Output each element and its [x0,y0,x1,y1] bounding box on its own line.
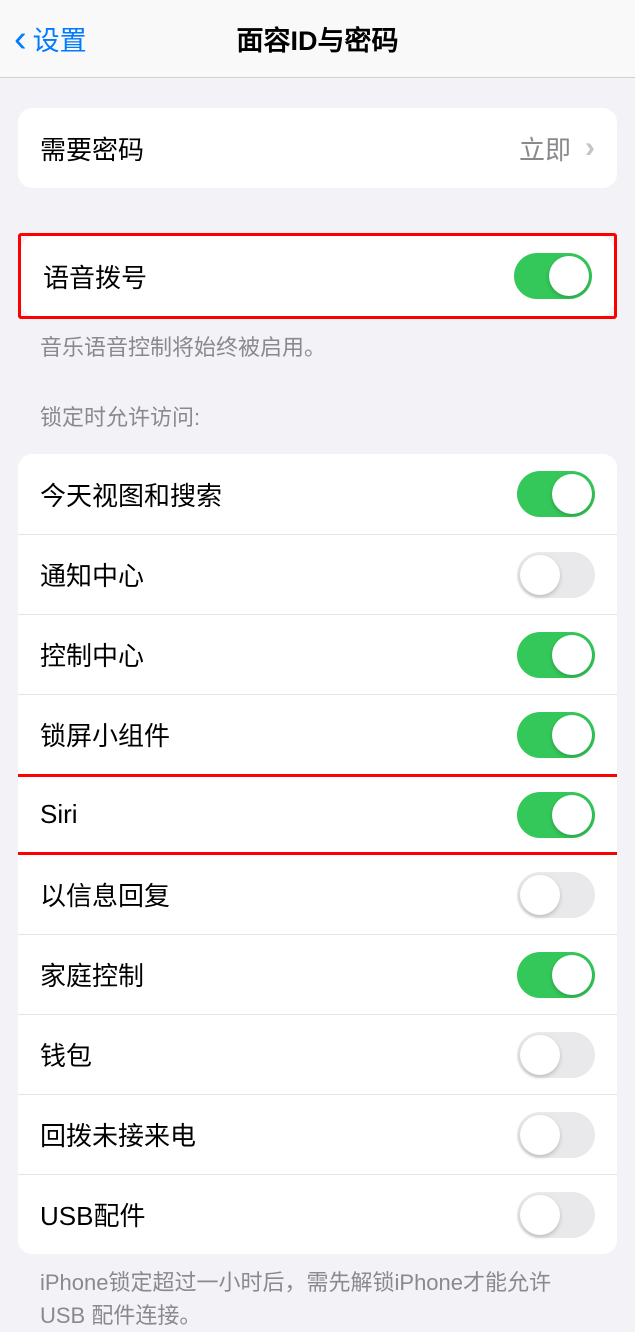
lock-access-toggle[interactable] [517,1192,595,1238]
toggle-knob [520,1195,560,1235]
header-bar: ‹ 设置 面容ID与密码 [0,0,635,78]
back-button[interactable]: ‹ 设置 [0,19,87,58]
lock-access-toggle[interactable] [517,712,595,758]
lock-access-label: 控制中心 [40,636,144,673]
require-passcode-label: 需要密码 [40,130,144,167]
back-label: 设置 [33,19,87,58]
toggle-knob [520,1035,560,1075]
lock-access-label: 回拨未接来电 [40,1116,196,1153]
toggle-knob [552,635,592,675]
toggle-knob [520,1115,560,1155]
lock-access-toggle[interactable] [517,552,595,598]
lock-access-row: 钱包 [18,1014,617,1094]
voice-dial-toggle[interactable] [514,253,592,299]
lock-access-row: USB配件 [18,1174,617,1254]
lock-access-row: 锁屏小组件 [18,694,617,774]
require-passcode-group: 需要密码 立即 › [18,108,617,188]
lock-access-toggle[interactable] [517,471,595,517]
lock-access-toggle[interactable] [517,792,595,838]
lock-access-label: 锁屏小组件 [40,716,170,753]
lock-access-row: 通知中心 [18,534,617,614]
lock-access-toggle[interactable] [517,1032,595,1078]
lock-access-label: 钱包 [40,1036,92,1073]
lock-access-label: 以信息回复 [40,876,170,913]
highlight-box-voice-dial: 语音拨号 [18,233,617,319]
lock-access-row: 控制中心 [18,614,617,694]
toggle-knob [552,795,592,835]
voice-dial-group: 语音拨号 [21,236,614,316]
toggle-knob [552,474,592,514]
lock-access-toggle[interactable] [517,1112,595,1158]
toggle-knob [549,256,589,296]
lock-access-row: 今天视图和搜索 [18,454,617,534]
lock-access-header: 锁定时允许访问: [18,364,617,442]
lock-access-toggle[interactable] [517,632,595,678]
voice-dial-label: 语音拨号 [43,258,147,295]
lock-access-label: 家庭控制 [40,956,144,993]
lock-access-footer: iPhone锁定超过一小时后，需先解锁iPhone才能允许USB 配件连接。 [18,1254,617,1332]
chevron-left-icon: ‹ [14,20,27,58]
lock-access-group: 今天视图和搜索通知中心控制中心锁屏小组件 Siri 以信息回复家庭控制钱包回拨未接来… [18,454,617,1254]
toggle-knob [520,875,560,915]
voice-dial-row: 语音拨号 [21,236,614,316]
toggle-knob [520,555,560,595]
chevron-right-icon: › [585,131,595,165]
require-passcode-row[interactable]: 需要密码 立即 › [18,108,617,188]
lock-access-toggle[interactable] [517,952,595,998]
lock-access-label: 今天视图和搜索 [40,476,222,513]
lock-access-row: 回拨未接来电 [18,1094,617,1174]
lock-access-label: 通知中心 [40,556,144,593]
lock-access-label: Siri [40,799,78,830]
lock-access-row: 家庭控制 [18,934,617,1014]
voice-dial-footer: 音乐语音控制将始终被启用。 [18,319,617,364]
lock-access-label: USB配件 [40,1196,145,1233]
lock-access-row: Siri [18,774,617,854]
require-passcode-value: 立即 [519,130,571,167]
toggle-knob [552,715,592,755]
page-title: 面容ID与密码 [0,19,635,58]
lock-access-row: 以信息回复 [18,854,617,934]
lock-access-toggle[interactable] [517,872,595,918]
toggle-knob [552,955,592,995]
